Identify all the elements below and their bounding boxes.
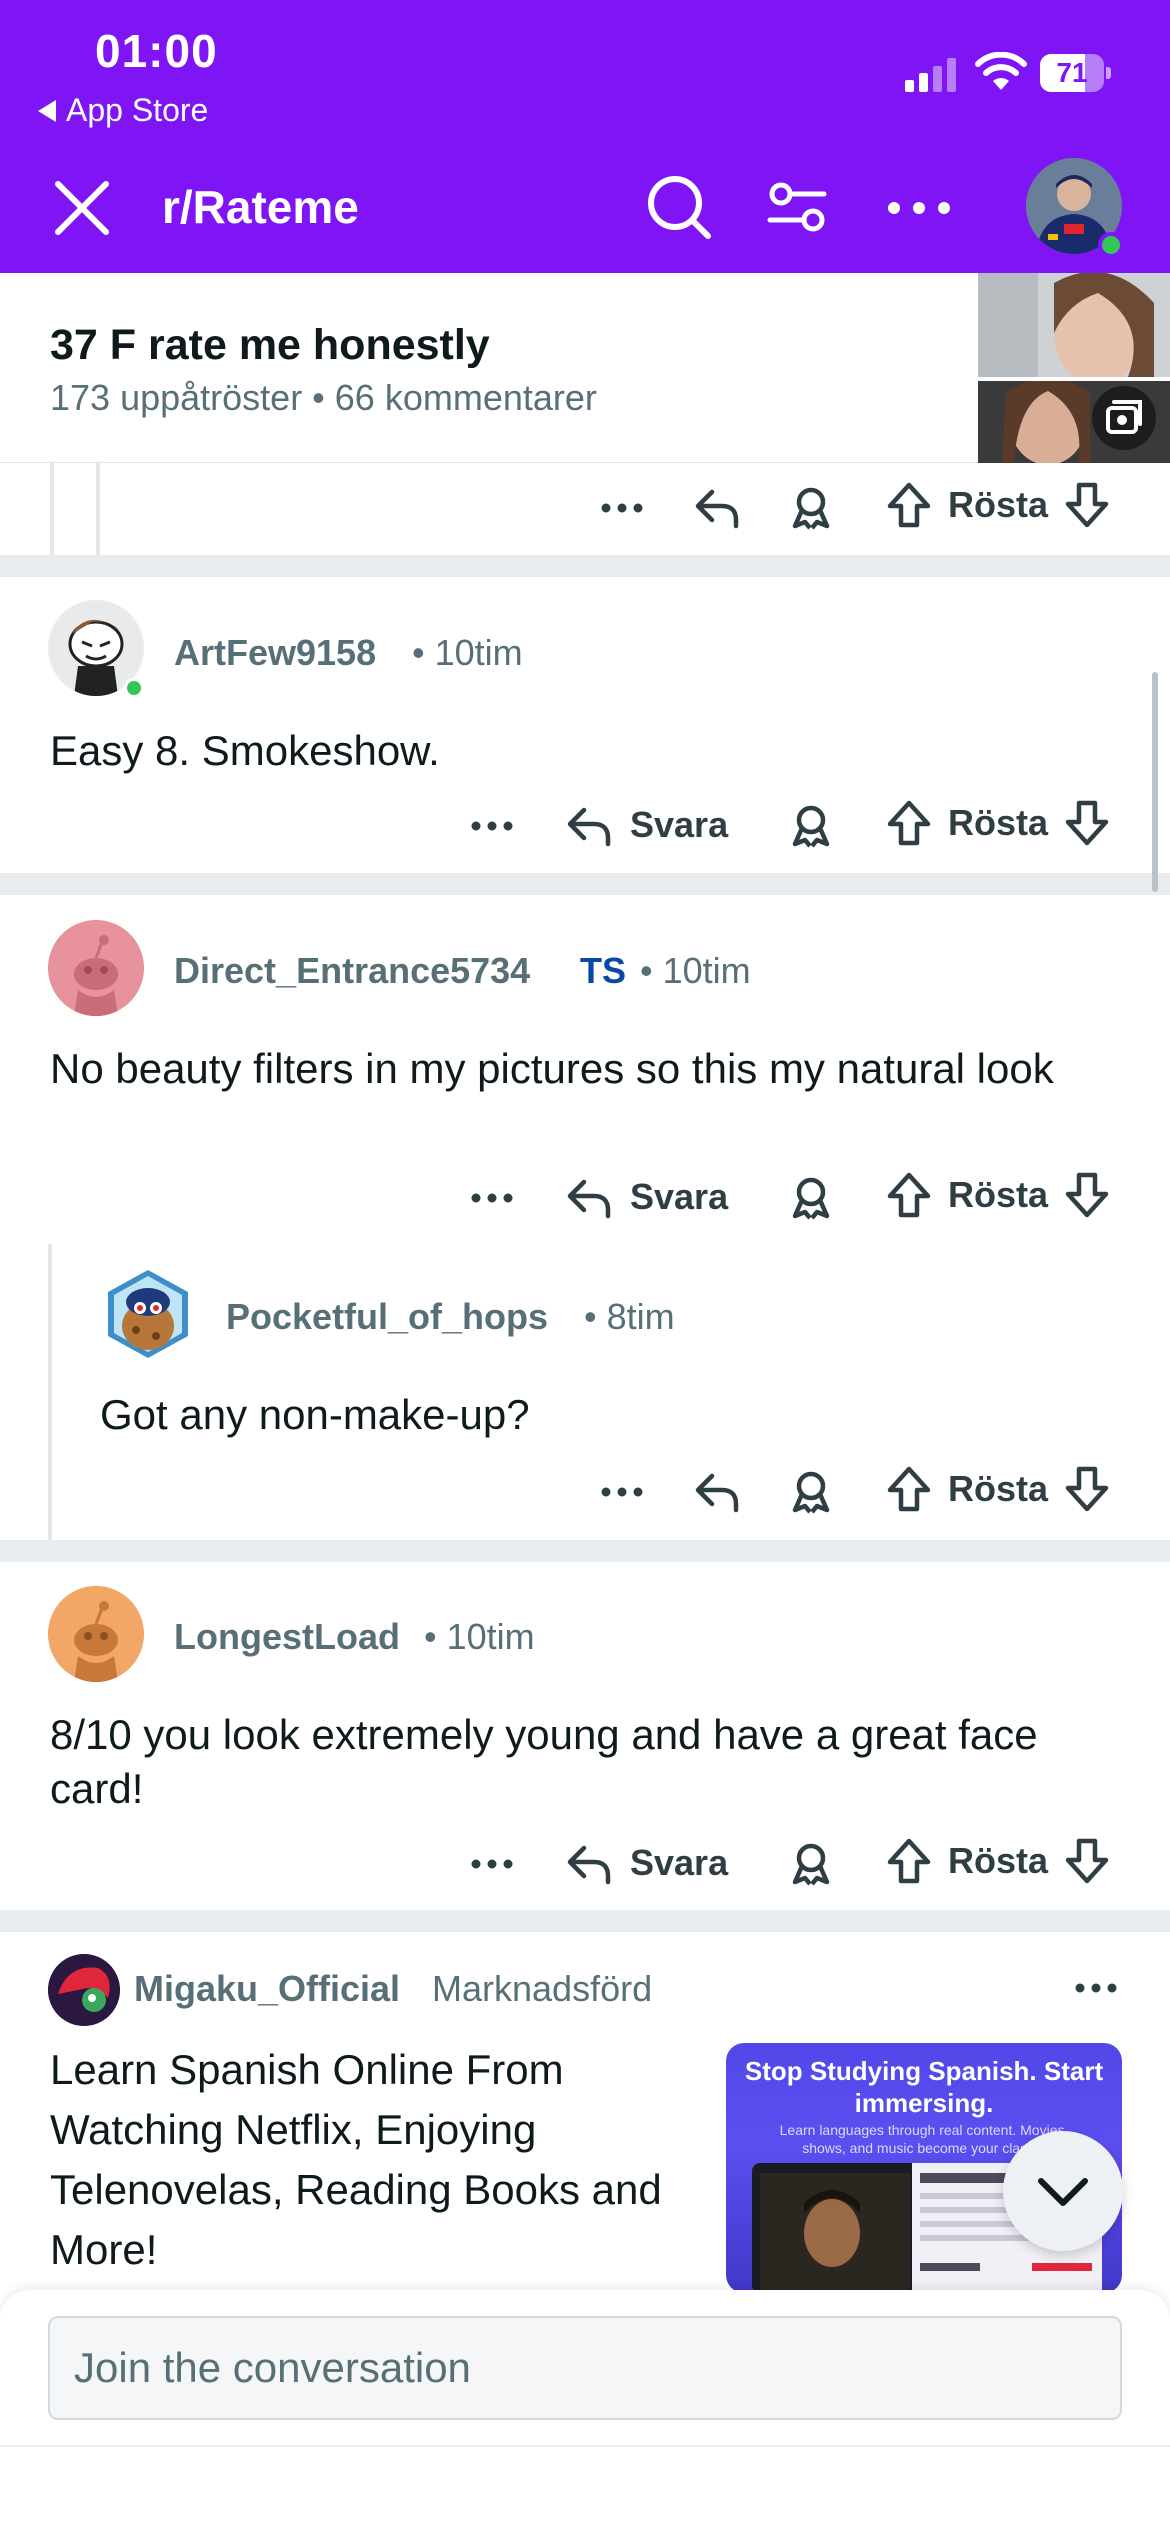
more-options-icon[interactable]: [884, 178, 954, 238]
comment-time: • 10tim: [640, 950, 751, 991]
vote-label[interactable]: Rösta: [948, 1468, 1048, 1510]
award-icon[interactable]: [786, 482, 836, 532]
advertiser-avatar[interactable]: [48, 1954, 120, 2026]
more-options-icon[interactable]: [468, 1178, 516, 1218]
app-header: 01:00 App Store 71 r/Rateme: [0, 0, 1170, 273]
reply-button[interactable]: Svara: [564, 1172, 728, 1222]
battery-level: 71: [1056, 57, 1088, 88]
comment-username[interactable]: Direct_Entrance5734: [174, 950, 530, 992]
upvote-icon[interactable]: [884, 480, 934, 530]
downvote-icon[interactable]: [1062, 480, 1112, 530]
award-icon[interactable]: [786, 1838, 836, 1888]
upvote-icon[interactable]: [884, 1170, 934, 1220]
search-icon[interactable]: [644, 172, 714, 242]
comment-divider: [0, 1540, 1170, 1562]
comment-time: • 10tim: [424, 1616, 535, 1657]
award-icon[interactable]: [786, 1466, 836, 1516]
battery-icon: 71: [1040, 54, 1112, 92]
scroll-down-button[interactable]: [1003, 2131, 1123, 2251]
ad-more-options-icon[interactable]: [1072, 1968, 1120, 2008]
advertiser-name[interactable]: Migaku_Official: [134, 1968, 400, 2010]
vote-group: Rösta: [884, 1836, 1112, 1886]
award-icon[interactable]: [786, 1172, 836, 1222]
downvote-icon[interactable]: [1062, 798, 1112, 848]
commenter-avatar[interactable]: [48, 920, 144, 1016]
comment-divider: [0, 873, 1170, 895]
snoo-avatar-image: [48, 920, 144, 1016]
gallery-icon: [1092, 386, 1156, 450]
thread-line: [48, 1244, 52, 1540]
vote-group: Rösta: [884, 798, 1112, 848]
reply-icon: [567, 1845, 611, 1885]
close-icon[interactable]: [52, 178, 112, 238]
back-app-label: App Store: [66, 92, 209, 128]
more-options-icon[interactable]: [598, 488, 646, 528]
downvote-icon[interactable]: [1062, 1464, 1112, 1514]
snoo-avatar-image: [48, 1586, 144, 1682]
op-badge: TS: [580, 950, 627, 991]
more-options-icon[interactable]: [598, 1472, 646, 1512]
comment-username[interactable]: LongestLoad: [174, 1616, 400, 1658]
comment-time: • 8tim: [584, 1296, 675, 1337]
reply-label: Svara: [630, 1176, 729, 1217]
reply-button[interactable]: Svara: [564, 1838, 728, 1888]
status-time: 01:00: [95, 25, 218, 77]
reply-icon: [567, 1179, 611, 1219]
thread-line: [96, 463, 100, 555]
vote-label[interactable]: Rösta: [948, 802, 1048, 844]
upvote-icon[interactable]: [884, 798, 934, 848]
online-status-dot: [1098, 232, 1124, 258]
vote-group: Rösta: [884, 480, 1112, 530]
chevron-down-icon: [1038, 2178, 1088, 2206]
comment-username[interactable]: Pocketful_of_hops: [226, 1296, 548, 1338]
scrollbar[interactable]: [1152, 672, 1158, 892]
comment-body: No beauty filters in my pictures so this…: [50, 1045, 1054, 1092]
vote-label[interactable]: Rösta: [948, 1174, 1048, 1216]
comment-body: Got any non-make-up?: [100, 1391, 530, 1438]
comment-divider: [0, 1910, 1170, 1932]
filter-settings-icon[interactable]: [762, 172, 832, 242]
thread-line: [50, 463, 54, 555]
downvote-icon[interactable]: [1062, 1836, 1112, 1886]
bottom-separator: [0, 2445, 1170, 2447]
vote-label[interactable]: Rösta: [948, 484, 1048, 526]
downvote-icon[interactable]: [1062, 1170, 1112, 1220]
ad-image-headline: Stop Studying Spanish. Start immersing.: [744, 2056, 1104, 2118]
reply-label: Svara: [630, 1842, 729, 1883]
advertiser-logo: [48, 1954, 120, 2026]
ad-text[interactable]: Learn Spanish Online From Watching Netfl…: [50, 2040, 700, 2280]
more-options-icon[interactable]: [468, 1844, 516, 1884]
commenter-avatar[interactable]: [100, 1266, 196, 1362]
snoo-avatar-image: [108, 1270, 188, 1358]
award-icon[interactable]: [786, 800, 836, 850]
online-status-dot: [124, 678, 144, 698]
more-options-icon[interactable]: [468, 806, 516, 846]
post-title[interactable]: 37 F rate me honestly: [50, 321, 490, 370]
vote-group: Rösta: [884, 1170, 1112, 1220]
comment-divider: [0, 555, 1170, 577]
reply-label: Svara: [630, 804, 729, 845]
reply-icon[interactable]: [692, 482, 742, 532]
comment-time: • 10tim: [412, 632, 523, 673]
post-meta: 173 uppåtröster • 66 kommentarer: [50, 377, 597, 418]
cellular-signal-icon: [905, 58, 956, 92]
post-header[interactable]: 37 F rate me honestly 173 uppåtröster • …: [0, 273, 1170, 463]
vote-group: Rösta: [884, 1464, 1112, 1514]
reply-icon: [567, 807, 611, 847]
vote-label[interactable]: Rösta: [948, 1840, 1048, 1882]
back-to-app-link[interactable]: App Store: [38, 92, 208, 129]
commenter-avatar[interactable]: [48, 1586, 144, 1682]
comment-body: 8/10 you look extremely young and have a…: [50, 1711, 1038, 1812]
reply-button[interactable]: Svara: [564, 800, 728, 850]
subreddit-title[interactable]: r/Rateme: [162, 180, 359, 234]
wifi-icon: [975, 52, 1027, 90]
comment-username[interactable]: ArtFew9158: [174, 632, 376, 674]
join-conversation-input[interactable]: [48, 2316, 1122, 2420]
promoted-label: Marknadsförd: [432, 1968, 653, 2009]
comment-body: Easy 8. Smokeshow.: [50, 727, 440, 774]
reply-icon[interactable]: [692, 1466, 742, 1516]
back-triangle-icon: [38, 99, 56, 122]
upvote-icon[interactable]: [884, 1464, 934, 1514]
upvote-icon[interactable]: [884, 1836, 934, 1886]
